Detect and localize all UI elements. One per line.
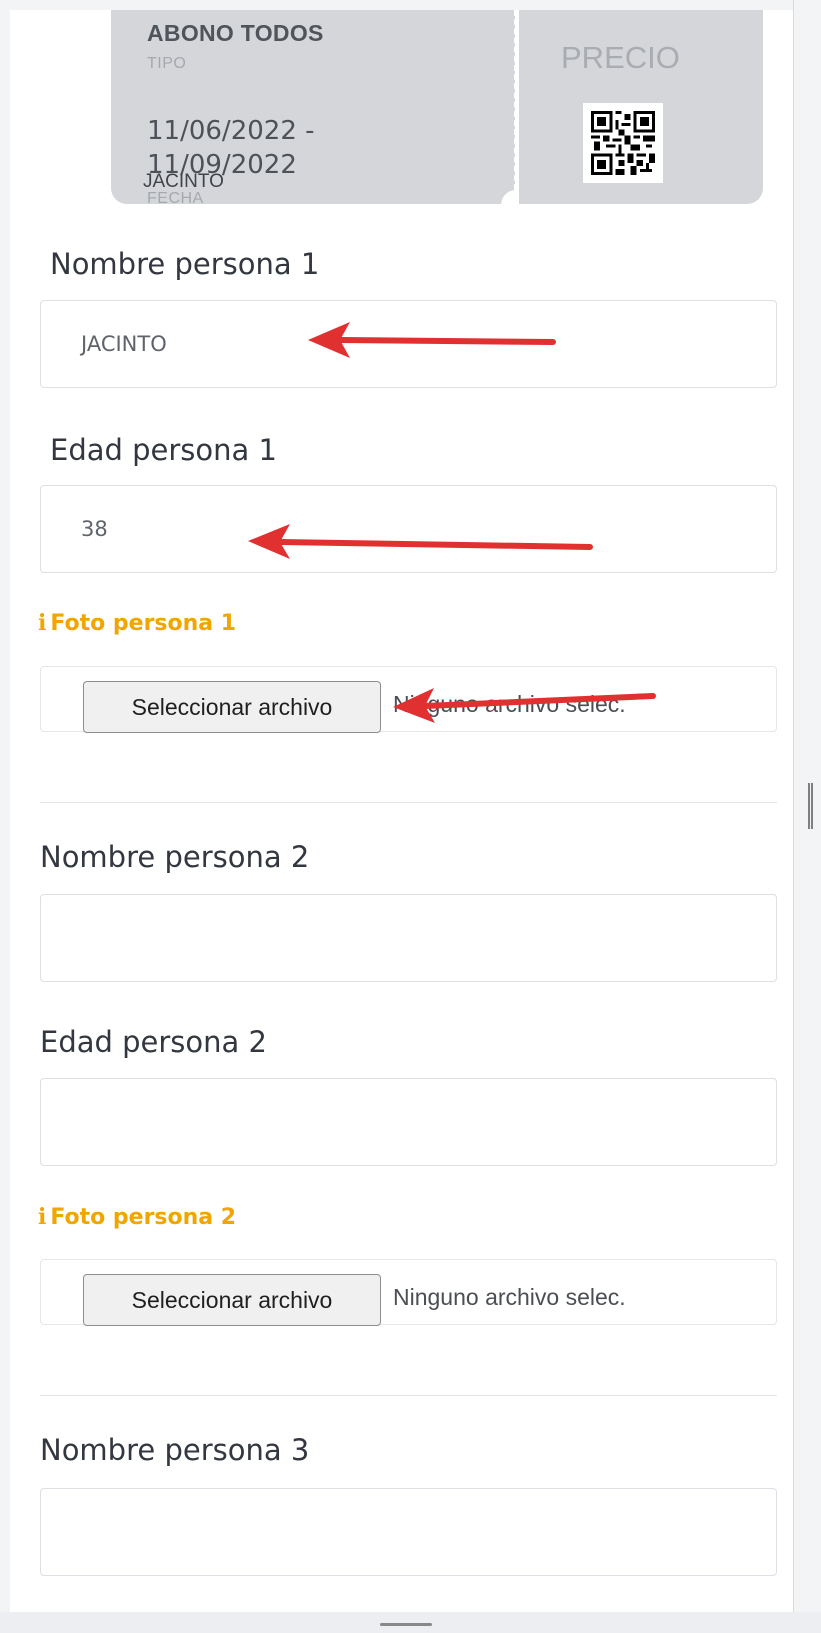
- resize-handle[interactable]: [808, 783, 813, 829]
- right-gutter: [793, 0, 821, 1633]
- name-input-1[interactable]: JACINTO: [40, 300, 777, 388]
- file-status-1: Ninguno archivo selec.: [393, 691, 626, 717]
- ticket-type-label: TIPO: [147, 55, 187, 72]
- age-label-2: Edad persona 2: [40, 1025, 267, 1059]
- photo-label-1: i Foto persona 1: [38, 610, 236, 636]
- ticket-date-label: FECHA: [147, 190, 204, 207]
- ticket-type-value: ABONO TODOS: [147, 20, 324, 46]
- file-input-2: Seleccionar archivo Ninguno archivo sele…: [40, 1259, 777, 1326]
- file-input-1: Seleccionar archivo Ninguno archivo sele…: [40, 666, 777, 733]
- file-status-2: Ninguno archivo selec.: [393, 1284, 626, 1310]
- photo-label-2-text: Foto persona 2: [50, 1205, 237, 1230]
- name-input-2[interactable]: [40, 894, 777, 982]
- ticket-perforation: [514, 10, 517, 190]
- photo-label-2: i Foto persona 2: [38, 1204, 236, 1230]
- name-label-1: Nombre persona 1: [50, 247, 320, 281]
- select-file-button-1[interactable]: Seleccionar archivo: [83, 681, 381, 733]
- qr-code-icon: [583, 103, 663, 183]
- ticket-card: ABONO TODOS TIPO 11/06/2022 - 11/09/2022…: [103, 10, 770, 220]
- photo-label-1-text: Foto persona 1: [50, 611, 237, 636]
- main-panel: ABONO TODOS TIPO 11/06/2022 - 11/09/2022…: [10, 10, 793, 1620]
- name-label-2: Nombre persona 2: [40, 840, 310, 874]
- age-input-1[interactable]: 38: [40, 485, 777, 573]
- info-icon: i: [38, 1204, 47, 1230]
- drag-handle[interactable]: [380, 1623, 432, 1626]
- ticket-price-label: PRECIO: [561, 40, 680, 75]
- name-input-3[interactable]: [40, 1488, 777, 1576]
- section-divider: [40, 802, 777, 803]
- ticket-main-section: ABONO TODOS TIPO 11/06/2022 - 11/09/2022…: [111, 10, 515, 207]
- name-label-3: Nombre persona 3: [40, 1433, 310, 1467]
- info-icon: i: [38, 610, 47, 636]
- section-divider: [40, 1395, 777, 1396]
- age-input-2[interactable]: [40, 1078, 777, 1166]
- select-file-button-2[interactable]: Seleccionar archivo: [83, 1274, 381, 1326]
- age-label-1: Edad persona 1: [50, 433, 277, 467]
